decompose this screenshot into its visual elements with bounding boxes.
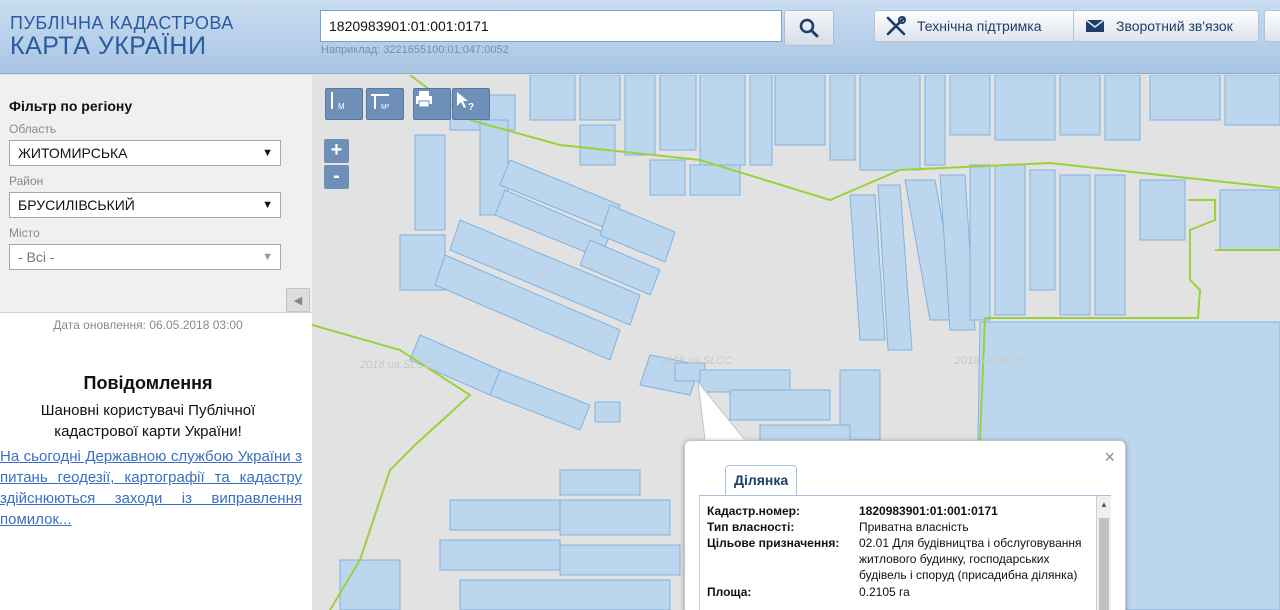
logo-line2: КАРТА УКРАЇНИ [10,32,207,60]
svg-text:M²: M² [381,104,390,111]
close-icon[interactable]: × [1104,447,1115,468]
filter-title: Фільтр по регіону [9,98,133,114]
popup-pointer [697,380,747,443]
district-select-value: БРУСИЛІВСЬКИЙ [18,197,135,213]
notice-body: Шановні користувачі Публічної кадастрово… [40,402,256,440]
header-extra-button[interactable] [1264,10,1280,42]
notice-title: Повідомлення [83,373,213,393]
detail-key: Площа: [707,585,752,599]
technical-support-button[interactable]: Технічна підтримка [874,10,1096,42]
detail-key: Кадастр.номер: [707,504,800,518]
search-button[interactable] [784,10,834,46]
search-icon [799,18,819,38]
area-measure-icon: M² [371,94,390,111]
detail-key: Цільове призначення: [707,536,840,550]
region-label: Область [9,122,57,136]
identify-icon: ? [457,92,474,113]
scrollbar-thumb[interactable] [1099,518,1109,610]
site-logo[interactable]: ПУБЛІЧНА КАДАСТРОВА КАРТА УКРАЇНИ [10,13,234,59]
header: ПУБЛІЧНА КАДАСТРОВА КАРТА УКРАЇНИ Наприк… [0,0,1280,74]
ruler-icon: M [331,92,345,111]
technical-support-label: Технічна підтримка [917,18,1042,34]
detail-value: Приватна власність [859,520,969,534]
watermark-text: 2018 ua.SLCC [359,359,432,371]
tools-icon [885,15,907,37]
region-filter-panel: Фільтр по регіону Область ЖИТОМИРСЬКА ▼ … [0,75,312,313]
tab-parcel[interactable]: Ділянка [725,465,798,496]
popup-scrollbar[interactable]: ▲ [1097,496,1111,610]
parcel-details: Кадастр.номер: 1820983901:01:001:0171 Ти… [699,496,1097,610]
identify-tool-button[interactable]: ? [452,88,490,120]
detail-value: 1820983901:01:001:0171 [859,504,998,518]
city-label: Місто [9,226,40,240]
region-select[interactable]: ЖИТОМИРСЬКА ▼ [9,140,281,166]
detail-value: 02.01 Для будівництва і обслуговування ж… [859,536,1082,582]
dropdown-arrow-icon: ▼ [262,147,273,159]
svg-text:M: M [338,102,345,111]
feedback-button[interactable]: Зворотний зв'язок [1073,10,1259,42]
zoom-in-button[interactable]: + [324,139,349,163]
area-measure-tool-button[interactable]: M² [366,88,404,120]
watermark-text: 2018 ua.SLCC [954,355,1027,367]
ruler-tool-button[interactable]: M [325,88,363,120]
svg-text:?: ? [468,102,474,113]
sidebar: Фільтр по регіону Область ЖИТОМИРСЬКА ▼ … [0,75,312,610]
print-button[interactable] [413,88,451,120]
dropdown-arrow-icon: ▼ [262,251,273,263]
city-select-value: - Всі - [18,249,55,265]
cadastral-search-input[interactable] [320,10,782,42]
detail-key: Тип власності: [707,520,795,534]
district-select[interactable]: БРУСИЛІВСЬКИЙ ▼ [9,192,281,218]
collapse-sidebar-button[interactable]: ◀ [286,288,310,312]
chevron-left-icon: ◀ [293,294,303,307]
logo-line1: ПУБЛІЧНА КАДАСТРОВА [10,13,234,33]
update-date: Дата оновлення: 06.05.2018 03:00 [53,318,243,332]
notice-link[interactable]: На сьогодні Державною службою України з … [0,446,302,530]
zoom-out-button[interactable]: - [324,165,349,189]
city-select[interactable]: - Всі - ▼ [9,244,281,270]
scroll-up-icon[interactable]: ▲ [1100,500,1108,509]
search-hint: Наприклад: 3221655100:01:047:0052 [321,44,509,56]
print-icon [416,91,432,108]
detail-value: 0.2105 га [859,585,910,599]
mail-icon [1084,15,1106,37]
watermark-text: 2018 ua.SLCC [659,355,732,367]
district-label: Район [9,174,44,188]
parcel-info-popup: × Ділянка Кадастр.номер: 1820983901:01:0… [684,440,1126,610]
feedback-label: Зворотний зв'язок [1116,18,1233,34]
region-select-value: ЖИТОМИРСЬКА [18,145,128,161]
dropdown-arrow-icon: ▼ [262,199,273,211]
